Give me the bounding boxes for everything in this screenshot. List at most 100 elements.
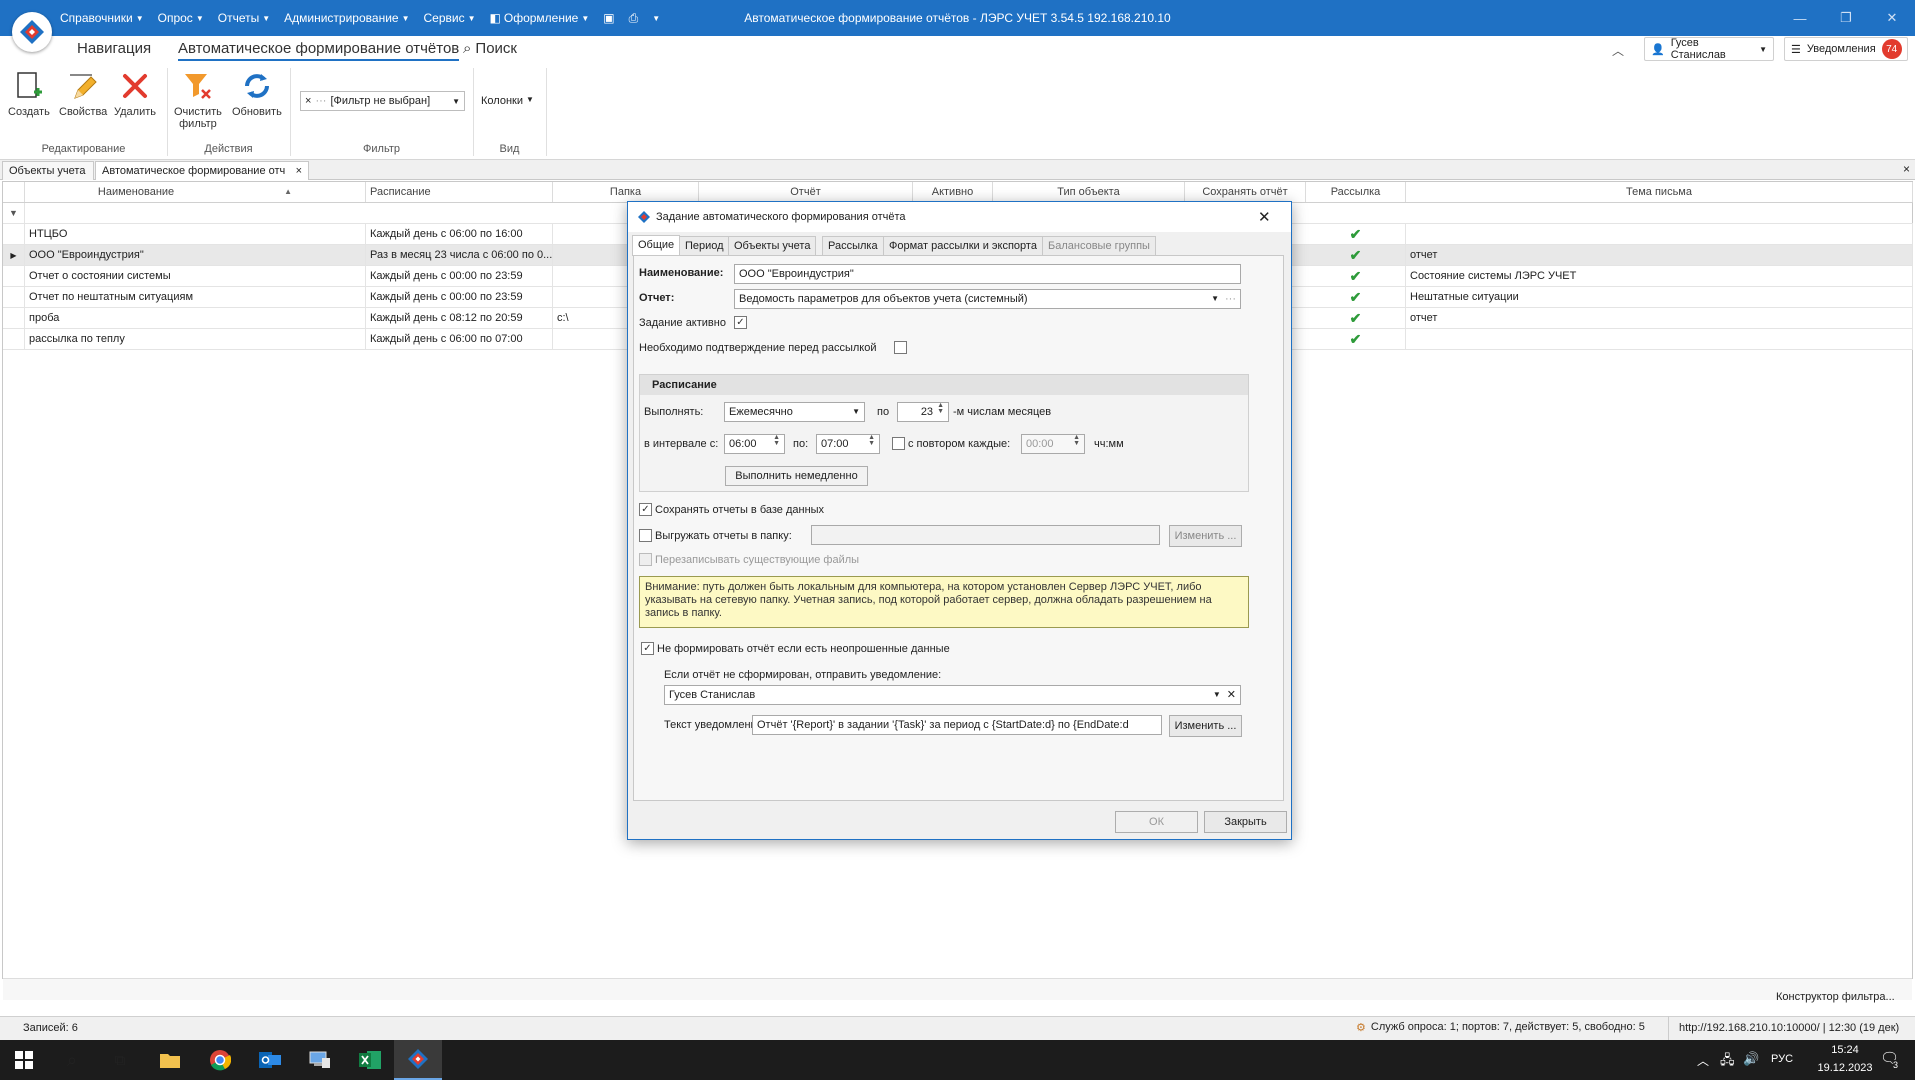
active-checkbox[interactable]: ✓ — [734, 316, 747, 329]
ok-button[interactable]: ОК — [1115, 811, 1198, 833]
column-header-object-type[interactable]: Тип объекта — [993, 182, 1185, 202]
menu-references[interactable]: Справочники ▼ — [60, 11, 144, 25]
clock-time[interactable]: 15:24 — [1810, 1044, 1880, 1056]
name-input[interactable]: ООО "Евроиндустрия" — [734, 264, 1241, 284]
doc-tab-objects[interactable]: Объекты учета — [2, 161, 94, 180]
menu-polling[interactable]: Опрос ▼ — [158, 11, 204, 25]
refresh-button[interactable]: Обновить — [232, 70, 282, 118]
polling-status[interactable]: ⚙ Служб опроса: 1; портов: 7, действует: … — [1356, 1021, 1645, 1034]
app-small-icon — [638, 211, 650, 223]
dialog-tab-objects[interactable]: Объекты учета — [728, 236, 817, 256]
remote-desktop-icon[interactable] — [296, 1040, 344, 1080]
lers-app-taskbar-icon[interactable] — [394, 1040, 442, 1080]
user-button[interactable]: 👤 Гусев Станислав ▼ — [1644, 37, 1774, 61]
spin-icon[interactable]: ▲ ▼ — [773, 435, 780, 453]
close-all-tabs-icon[interactable]: × — [1903, 162, 1910, 176]
properties-button[interactable]: Свойства — [59, 70, 107, 118]
file-explorer-icon[interactable] — [146, 1040, 194, 1080]
close-tab-icon[interactable]: × — [296, 162, 302, 180]
print-icon[interactable]: ⎙ — [629, 11, 639, 26]
repeat-checkbox[interactable] — [892, 437, 905, 450]
chevron-down-icon: ▼ — [401, 13, 410, 23]
no-form-checkbox[interactable]: ✓ — [641, 642, 654, 655]
group-label-actions: Действия — [204, 143, 253, 155]
column-header-folder[interactable]: Папка — [553, 182, 699, 202]
interval-to-input[interactable]: 07:00 ▲ ▼ — [816, 434, 880, 454]
column-header-active[interactable]: Активно — [913, 182, 993, 202]
day-suffix: -м числам месяцев — [953, 406, 1052, 418]
volume-icon[interactable]: 🔊 — [1743, 1051, 1759, 1067]
column-header-save-report[interactable]: Сохранять отчёт — [1185, 182, 1306, 202]
spin-icon[interactable]: ▲ ▼ — [1073, 435, 1080, 453]
repeat-interval-input[interactable]: 00:00 ▲ ▼ — [1021, 434, 1085, 454]
column-header-mailing[interactable]: Рассылка — [1306, 182, 1406, 202]
clear-filter-button[interactable]: Очистить фильтр — [174, 70, 222, 130]
menu-admin[interactable]: Администрирование ▼ — [284, 11, 409, 25]
tray-chevron-icon[interactable]: ︿ — [1697, 1052, 1709, 1069]
menu-service[interactable]: Сервис ▼ — [424, 11, 476, 25]
export-folder-checkbox[interactable] — [639, 529, 652, 542]
doc-tab-auto-reports[interactable]: Автоматическое формирование отч × — [95, 161, 309, 180]
column-header-name[interactable]: Наименование ▲ — [25, 182, 366, 202]
chrome-icon[interactable] — [196, 1040, 244, 1080]
dialog-title: Задание автоматического формирования отч… — [656, 211, 906, 223]
close-button[interactable]: Закрыть — [1204, 811, 1287, 833]
dialog-tab-format[interactable]: Формат рассылки и экспорта — [883, 236, 1043, 256]
dialog-tab-period[interactable]: Период — [679, 236, 730, 256]
dialog-tab-balance[interactable]: Балансовые группы — [1042, 236, 1156, 256]
collapse-ribbon-icon[interactable]: ︿ — [1612, 42, 1624, 59]
row-indicator — [3, 329, 25, 350]
spin-icon[interactable]: ▲ ▼ — [868, 435, 875, 453]
app-logo[interactable] — [12, 12, 52, 52]
menu-design[interactable]: ◧ Оформление ▼ — [490, 11, 590, 25]
column-header-subject[interactable]: Тема письма — [1406, 182, 1913, 202]
column-header-report[interactable]: Отчёт — [699, 182, 913, 202]
interval-from-input[interactable]: 06:00 ▲ ▼ — [724, 434, 785, 454]
dialog-tab-general[interactable]: Общие — [632, 235, 681, 256]
windows-start-icon[interactable] — [0, 1040, 48, 1080]
clear-icon[interactable]: ✕ — [1227, 686, 1236, 704]
overwrite-checkbox[interactable] — [639, 553, 652, 566]
restore-button[interactable]: ❐ — [1823, 0, 1869, 36]
menu-reports[interactable]: Отчеты ▼ — [218, 11, 270, 25]
run-frequency-select[interactable]: Ежемесячно ▼ — [724, 402, 865, 422]
network-icon[interactable]: 🖧 — [1720, 1051, 1735, 1073]
dialog-close-icon[interactable]: ✕ — [1258, 208, 1271, 226]
column-header-schedule[interactable]: Расписание — [366, 182, 553, 202]
notify-user-select[interactable]: Гусев Станислав ▼ ✕ — [664, 685, 1241, 705]
save-db-checkbox[interactable]: ✓ — [639, 503, 652, 516]
spin-icon[interactable]: ▲ ▼ — [937, 403, 944, 421]
export-folder-input[interactable] — [811, 525, 1160, 545]
tab-search[interactable]: ⌕ Поиск — [463, 40, 517, 57]
tab-navigation[interactable]: Навигация — [77, 40, 151, 57]
dialog-tab-mailing[interactable]: Рассылка — [822, 236, 884, 256]
columns-button[interactable]: Колонки ▼ — [481, 95, 534, 107]
day-stepper[interactable]: 23 ▲ ▼ — [897, 402, 949, 422]
confirm-checkbox[interactable] — [894, 341, 907, 354]
search-icon[interactable]: ⌕ — [48, 1040, 96, 1080]
report-select[interactable]: Ведомость параметров для объектов учета … — [734, 289, 1241, 309]
quick-access-dropdown[interactable]: ▼ — [652, 14, 660, 23]
task-view-icon[interactable]: ⧉ — [96, 1040, 144, 1080]
filter-builder-link[interactable]: Конструктор фильтра... — [1776, 991, 1895, 1003]
gear-icon: ⚙ — [1356, 1022, 1366, 1034]
ellipsis-icon[interactable]: ··· — [1225, 290, 1236, 308]
notify-text-change-button[interactable]: Изменить ... — [1169, 715, 1242, 737]
tab-auto-reports[interactable]: Автоматическое формирование отчётов — [178, 40, 460, 61]
run-now-button[interactable]: Выполнить немедленно — [725, 466, 868, 486]
close-window-button[interactable]: ✕ — [1869, 0, 1915, 36]
ellipsis-icon[interactable]: ··· — [315, 95, 326, 107]
filter-combobox[interactable]: × ··· [Фильтр не выбран] ▼ — [300, 91, 465, 111]
notify-text-input[interactable]: Отчёт '{Report}' в задании '{Task}' за п… — [752, 715, 1162, 735]
save-icon[interactable]: ▣ — [603, 11, 614, 25]
outlook-icon[interactable] — [246, 1040, 294, 1080]
minimize-button[interactable]: — — [1777, 0, 1823, 36]
language-indicator[interactable]: РУС — [1771, 1053, 1793, 1065]
clear-icon[interactable]: × — [305, 95, 311, 107]
notifications-button[interactable]: ☰ Уведомления 74 — [1784, 37, 1908, 61]
create-button[interactable]: Создать — [8, 70, 50, 118]
excel-icon[interactable] — [346, 1040, 394, 1080]
clock-date[interactable]: 19.12.2023 — [1810, 1062, 1880, 1074]
export-folder-change-button[interactable]: Изменить ... — [1169, 525, 1242, 547]
delete-button[interactable]: Удалить — [114, 70, 156, 118]
